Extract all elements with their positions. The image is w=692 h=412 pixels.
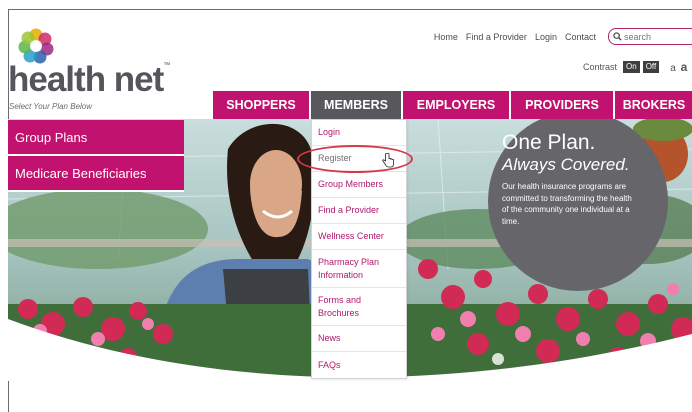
hero-body: Our health insurance programs are commit… [502,182,632,226]
contact-link[interactable]: Contact [565,32,596,42]
dropdown-item-login[interactable]: Login [312,120,406,146]
dropdown-item-group-members[interactable]: Group Members [312,172,406,198]
dropdown-item-find-provider[interactable]: Find a Provider [312,198,406,224]
group-plans-link[interactable]: Group Plans [8,120,184,156]
hero-subtitle: Always Covered. [502,155,630,174]
dropdown-item-news[interactable]: News [312,326,406,352]
health-net-logo-icon[interactable] [18,28,54,64]
dropdown-item-forms-brochures[interactable]: Forms and Brochures [312,288,406,326]
brand-name[interactable]: health net™ [8,62,170,97]
home-link[interactable]: Home [434,32,458,42]
register-highlight [297,145,413,173]
search-icon [613,32,622,41]
dropdown-item-wellness-center[interactable]: Wellness Center [312,224,406,250]
hand-cursor-icon [382,153,394,168]
tab-employers[interactable]: EMPLOYERS [403,91,511,119]
text-size-controls[interactable]: a a [670,60,687,74]
contrast-label: Contrast [583,62,618,72]
left-menu: Group Plans Medicare Beneficiaries [8,120,184,192]
tab-providers[interactable]: PROVIDERS [511,91,615,119]
tab-brokers[interactable]: BROKERS [615,91,692,119]
hero-text: One Plan. Always Covered. Our health ins… [502,131,642,227]
contrast-controls: Contrast On Off a a [583,60,687,74]
main-nav: SHOPPERS MEMBERS EMPLOYERS PROVIDERS BRO… [213,91,692,119]
login-link[interactable]: Login [535,32,557,42]
search-input[interactable] [622,31,692,42]
hero-title: One Plan. [502,131,596,154]
find-provider-link[interactable]: Find a Provider [466,32,527,42]
tab-members[interactable]: MEMBERS [311,91,403,119]
tagline: Select Your Plan Below [9,102,93,111]
contrast-on-button[interactable]: On [623,61,640,73]
dropdown-item-faqs[interactable]: FAQs [312,352,406,378]
dropdown-item-pharmacy-plan[interactable]: Pharmacy Plan Information [312,250,406,288]
tab-shoppers[interactable]: SHOPPERS [213,91,311,119]
search-box[interactable] [608,28,692,45]
utility-links: Home Find a Provider Login Contact [434,32,596,42]
contrast-off-button[interactable]: Off [642,61,660,73]
medicare-beneficiaries-link[interactable]: Medicare Beneficiaries [8,156,184,192]
